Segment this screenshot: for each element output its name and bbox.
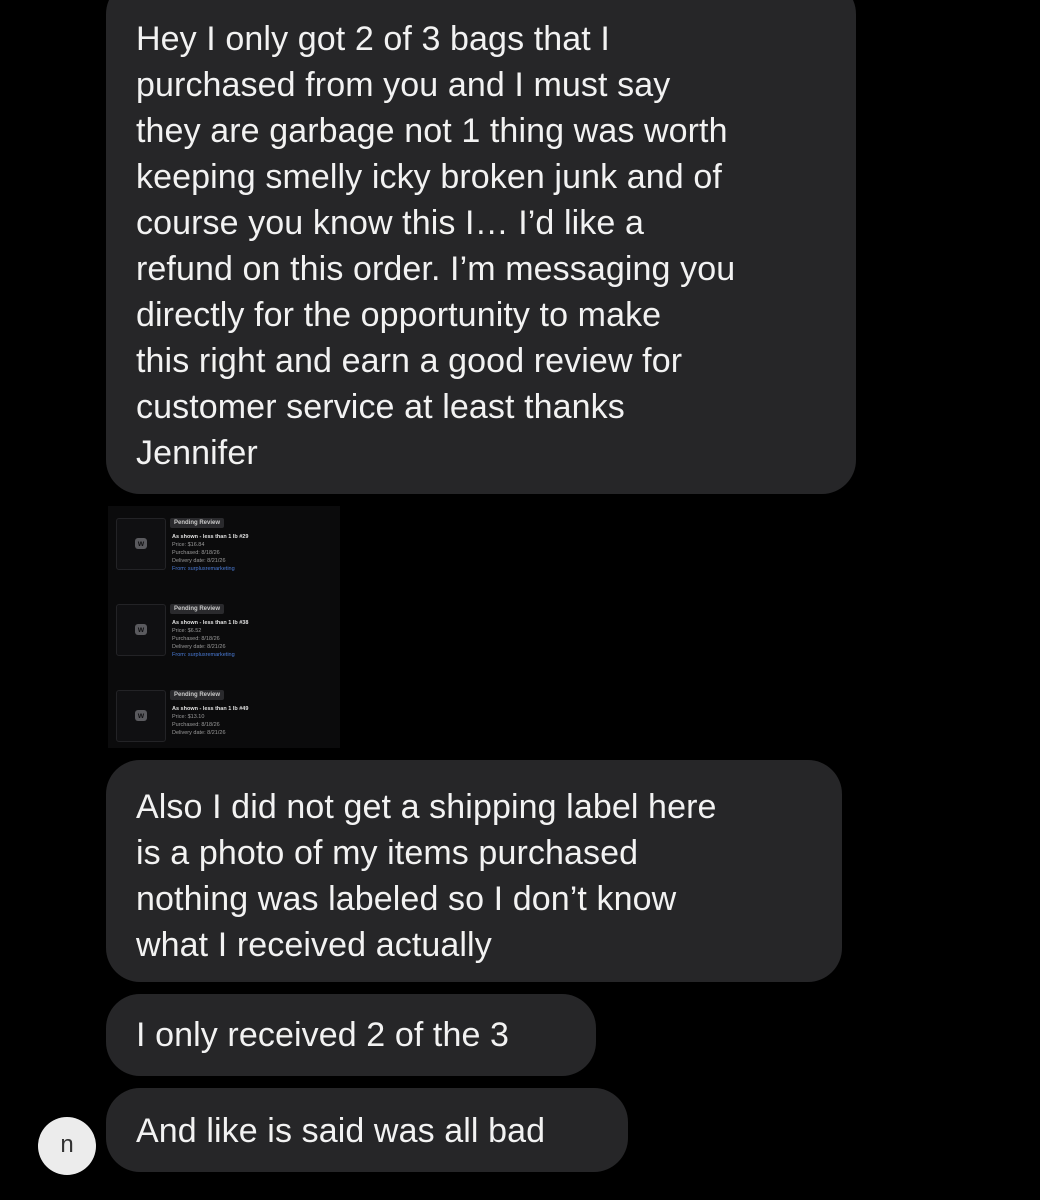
message-thread: Hey I only got 2 of 3 bags that I purcha… [0, 0, 1040, 1200]
store-logo-icon: w [135, 538, 147, 549]
item-thumbnail: w [116, 604, 166, 656]
order-price: Price: $16.84 [172, 542, 205, 548]
order-price: Price: $6.52 [172, 628, 202, 634]
order-title: As shown - less than 1 lb #29 [172, 534, 249, 540]
order-delivery-date: Delivery date: 8/21/26 [172, 730, 226, 736]
store-logo-icon: w [135, 710, 147, 721]
message-bubble[interactable]: Also I did not get a shipping label here… [106, 760, 842, 982]
order-screenshot-attachment[interactable]: w Pending Review As shown - less than 1 … [108, 506, 340, 748]
sender-avatar[interactable]: n [38, 1117, 96, 1175]
order-purchased-date: Purchased: 8/18/26 [172, 722, 220, 728]
status-badge: Pending Review [170, 518, 225, 528]
message-bubble[interactable]: I only received 2 of the 3 [106, 994, 596, 1076]
status-badge: Pending Review [170, 604, 225, 614]
item-thumbnail: w [116, 690, 166, 742]
message-bubble[interactable]: And like is said was all bad [106, 1088, 628, 1172]
order-delivery-date: Delivery date: 8/21/26 [172, 558, 226, 564]
order-card: w Pending Review As shown - less than 1 … [108, 592, 340, 678]
status-badge: Pending Review [170, 690, 225, 700]
store-logo-icon: w [135, 624, 147, 635]
message-bubble[interactable]: Hey I only got 2 of 3 bags that I purcha… [106, 0, 856, 494]
order-card: w Pending Review As shown - less than 1 … [108, 506, 340, 592]
order-seller: From: surplusremarketing [172, 652, 235, 658]
order-card: w Pending Review As shown - less than 1 … [108, 678, 340, 748]
order-seller: From: surplusremarketing [172, 566, 235, 572]
order-delivery-date: Delivery date: 8/21/26 [172, 644, 226, 650]
item-thumbnail: w [116, 518, 166, 570]
order-purchased-date: Purchased: 8/18/26 [172, 636, 220, 642]
order-title: As shown - less than 1 lb #38 [172, 620, 249, 626]
order-purchased-date: Purchased: 8/18/26 [172, 550, 220, 556]
order-title: As shown - less than 1 lb #49 [172, 706, 249, 712]
order-price: Price: $13.10 [172, 714, 205, 720]
